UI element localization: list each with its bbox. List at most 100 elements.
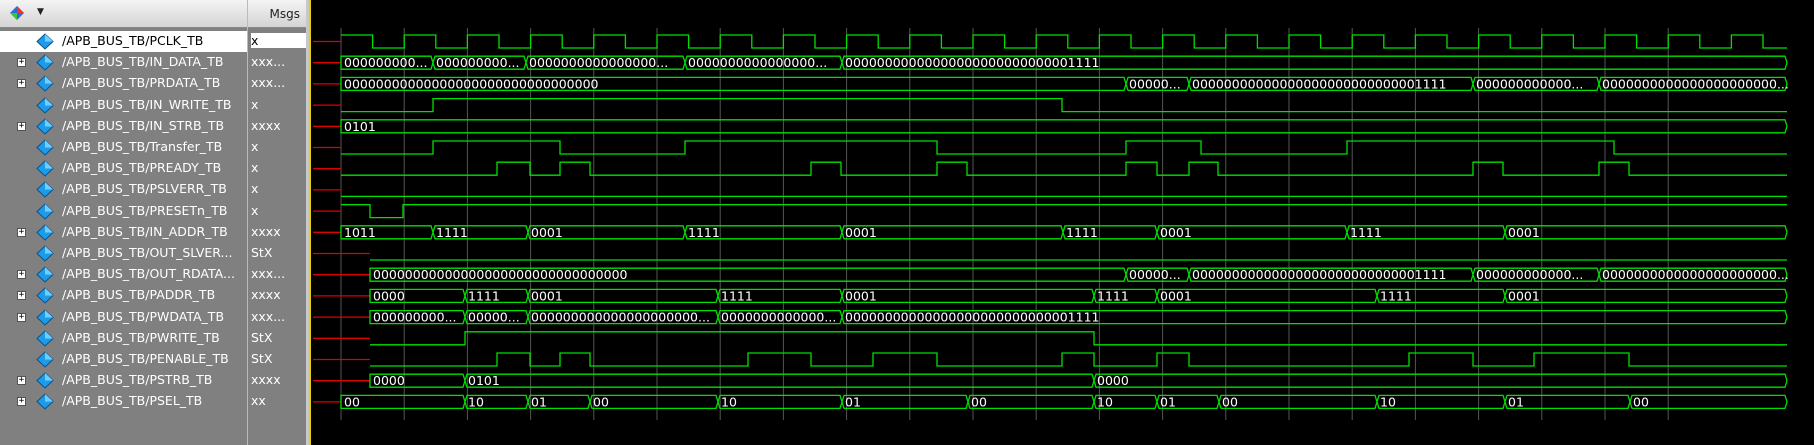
bus-value-label: 1111 — [1097, 288, 1129, 303]
signal-diamond-icon — [36, 75, 54, 93]
expand-icon[interactable]: + — [17, 58, 26, 68]
chevron-down-icon[interactable]: ▼ — [37, 7, 44, 17]
signal-row[interactable]: /APB_BUS_TB/PWRITE_TB — [0, 328, 247, 349]
signal-diamond-icon — [36, 308, 54, 326]
waveform-canvas[interactable]: 000000000... 000000000... 0000000000000000… — [311, 0, 1814, 445]
signal-value: StX — [251, 245, 273, 260]
bus-value-label: 01 — [1160, 394, 1176, 409]
signal-value: x — [251, 181, 259, 197]
bus-value-label: 00000... — [1129, 267, 1181, 282]
bus-value-label: 1111 — [1380, 288, 1412, 303]
signal-name: /APB_BUS_TB/PRDATA_TB — [62, 75, 221, 91]
bus-value-label: 000000000... — [373, 310, 457, 325]
bus-value-label: 000000000000... — [1476, 267, 1583, 282]
bus-value-label: 000000000... — [344, 55, 428, 70]
signal-diamond-icon — [36, 245, 54, 262]
bus-value-label: 01 — [1508, 394, 1524, 409]
cursor-line[interactable] — [309, 0, 311, 445]
clock-waveform — [341, 34, 1787, 49]
expand-icon[interactable]: + — [17, 270, 26, 280]
signal-row[interactable]: /APB_BUS_TB/Transfer_TB — [0, 137, 247, 158]
bus-value-label: 00000... — [468, 310, 520, 325]
signal-row[interactable]: + /APB_BUS_TB/PADDR_TB — [0, 285, 247, 306]
signal-row[interactable]: /APB_BUS_TB/PRESETn_TB — [0, 201, 247, 222]
expand-icon[interactable]: + — [17, 376, 26, 386]
bus-value-label: 0000 — [373, 288, 405, 303]
signal-value: x — [251, 160, 259, 176]
signal-value: x — [251, 96, 259, 112]
signal-value: x — [251, 202, 259, 218]
signal-value: xxxx — [251, 287, 281, 303]
signal-row[interactable]: /APB_BUS_TB/PENABLE_TB — [0, 349, 247, 370]
bus-value-label: 1111 — [468, 288, 500, 303]
signal-name: /APB_BUS_TB/PENABLE_TB — [62, 351, 229, 366]
bus-value-label: 1111 — [436, 225, 468, 240]
bus-segment — [1218, 394, 1378, 410]
bus-value-label: 1111 — [688, 225, 720, 240]
bus-value-label: 00000000000000000000000000001111 — [1192, 76, 1447, 91]
bus-segment — [464, 373, 1095, 388]
expand-icon[interactable]: + — [17, 227, 26, 237]
bus-value-label: 1111 — [1066, 225, 1098, 240]
signal-name: /APB_BUS_TB/Transfer_TB — [62, 139, 223, 154]
waveform-pane[interactable]: 000000000... 000000000... 0000000000000000… — [311, 0, 1814, 445]
signal-name: /APB_BUS_TB/PSTRB_TB — [62, 372, 213, 388]
bus-value-label: 00000000000000000000000000001111 — [845, 310, 1100, 325]
bus-segment — [841, 288, 1095, 304]
signal-value: xxxx — [251, 223, 281, 239]
signal-row[interactable]: /APB_BUS_TB/PSLVERR_TB — [0, 179, 247, 200]
signal-diamond-icon — [36, 181, 54, 199]
signal-diamond-icon — [36, 202, 54, 220]
bus-value-label: 00 — [971, 394, 987, 409]
signal-waveform — [341, 97, 1787, 113]
bus-value-label: 00000... — [1129, 76, 1181, 91]
expand-icon[interactable]: + — [17, 79, 26, 89]
expand-icon[interactable]: + — [17, 291, 26, 301]
modelsim-logo-icon[interactable] — [10, 6, 24, 20]
signal-value: xxxx — [251, 372, 281, 388]
signal-row[interactable]: /APB_BUS_TB/PCLK_TB — [0, 31, 247, 52]
signal-row[interactable]: + /APB_BUS_TB/IN_STRB_TB — [0, 116, 247, 137]
signal-waveform — [370, 352, 1787, 367]
signal-row[interactable]: /APB_BUS_TB/OUT_SLVER... — [0, 243, 247, 264]
signal-row[interactable]: /APB_BUS_TB/IN_WRITE_TB — [0, 95, 247, 116]
expand-icon[interactable]: + — [17, 121, 26, 131]
signal-value: x — [251, 139, 259, 154]
signal-row[interactable]: + /APB_BUS_TB/PSTRB_TB — [0, 370, 247, 391]
bus-value-label: 0001 — [845, 288, 877, 303]
bus-value-label: 00 — [1222, 394, 1238, 409]
signal-value: StX — [251, 351, 273, 366]
bus-value-label: 10 — [721, 394, 737, 409]
bus-value-label: 0000000000000... — [721, 310, 836, 325]
signal-row[interactable]: + /APB_BUS_TB/IN_DATA_TB — [0, 52, 247, 73]
signal-diamond-icon — [36, 372, 54, 389]
signal-diamond-icon — [36, 224, 54, 241]
expand-icon[interactable]: + — [17, 312, 26, 322]
signal-row[interactable]: + /APB_BUS_TB/IN_ADDR_TB — [0, 222, 247, 243]
signal-name: /APB_BUS_TB/IN_DATA_TB — [62, 54, 224, 70]
signal-diamond-icon — [36, 118, 54, 135]
signal-name: /APB_BUS_TB/PRESETn_TB — [62, 202, 228, 218]
bus-value-label: 00 — [344, 394, 360, 409]
signal-row[interactable]: + /APB_BUS_TB/PWDATA_TB — [0, 307, 247, 328]
signal-row[interactable]: /APB_BUS_TB/PREADY_TB — [0, 158, 247, 179]
signal-row[interactable]: + /APB_BUS_TB/OUT_RDATA... — [0, 264, 247, 285]
bus-value-label: 01 — [845, 394, 861, 409]
bus-value-label: 0001 — [1160, 288, 1192, 303]
bus-value-label: 00 — [593, 394, 609, 409]
signal-row[interactable]: + /APB_BUS_TB/PSEL_TB — [0, 391, 247, 412]
bus-value-label: 0000 — [373, 373, 405, 388]
signal-waveform — [341, 161, 1787, 176]
bus-value-label: 0001 — [1508, 288, 1540, 303]
bus-value-label: 10 — [1380, 394, 1396, 409]
signal-value: xxxx — [251, 117, 281, 133]
bus-value-label: 00000000000000000000000000000000 — [373, 267, 628, 282]
bus-segment — [1504, 288, 1788, 304]
expand-icon[interactable]: + — [17, 397, 26, 407]
bus-value-label: 10 — [1097, 394, 1113, 409]
signal-name-pane: ▼ /APB_BUS_TB/PCLK_TB + /APB_BUS_TB/IN_DAT… — [0, 0, 247, 445]
signal-row[interactable]: + /APB_BUS_TB/PRDATA_TB — [0, 73, 247, 94]
bus-value-label: 000000000000000000000... — [531, 310, 710, 325]
signal-name: /APB_BUS_TB/PREADY_TB — [62, 160, 222, 176]
bus-value-label: 0001 — [845, 225, 877, 240]
